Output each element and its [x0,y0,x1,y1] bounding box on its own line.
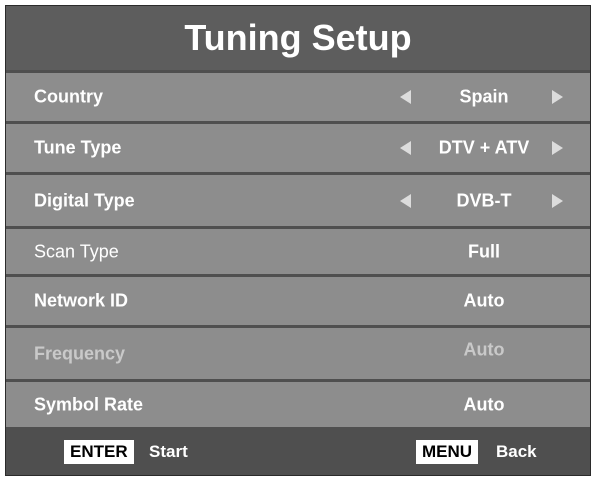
menu-key-badge[interactable]: MENU [416,440,479,464]
menu-key-label: Back [496,442,537,461]
row-value: Auto [463,290,505,311]
row-label: Scan Type [34,241,119,261]
enter-key-label: Start [149,442,188,461]
menu-row-digital-type[interactable]: Digital Type DVB-T [6,175,590,226]
arrow-right-icon[interactable] [552,90,563,104]
row-value: Spain [459,86,509,107]
arrow-left-icon[interactable] [400,141,411,155]
row-label: Symbol Rate [34,394,144,414]
row-value: Auto [463,394,505,414]
menu-row-scan-type[interactable]: Scan Type Full [6,229,590,274]
row-label: Network ID [34,290,129,311]
arrow-right-icon[interactable] [552,193,563,208]
arrow-left-icon[interactable] [400,193,411,208]
menu-row-network-id[interactable]: Network ID Auto [6,277,590,325]
enter-key-badge[interactable]: ENTER [64,440,134,464]
row-label: Digital Type [34,190,135,210]
row-label: Frequency [34,343,126,363]
arrow-left-icon[interactable] [400,90,411,104]
page-title: Tuning Setup [6,6,590,70]
menu-row-symbol-rate[interactable]: Symbol Rate Auto [6,382,590,427]
menu-row-country[interactable]: Country Spain [6,73,590,121]
row-value: DVB-T [456,190,512,210]
menu-row-tune-type[interactable]: Tune Type DTV + ATV [6,124,590,172]
row-value: Auto [463,339,505,360]
row-value: Full [468,241,500,261]
row-value: DTV + ATV [438,137,530,158]
tuning-setup-panel: Tuning Setup Country Spain Tune Type DTV… [5,5,591,476]
footer-bar: ENTER Start MENU Back [6,429,590,475]
row-label: Country [34,86,103,107]
row-label: Tune Type [34,137,122,158]
menu-row-frequency[interactable]: Frequency Auto [6,328,590,379]
arrow-right-icon[interactable] [552,141,563,155]
